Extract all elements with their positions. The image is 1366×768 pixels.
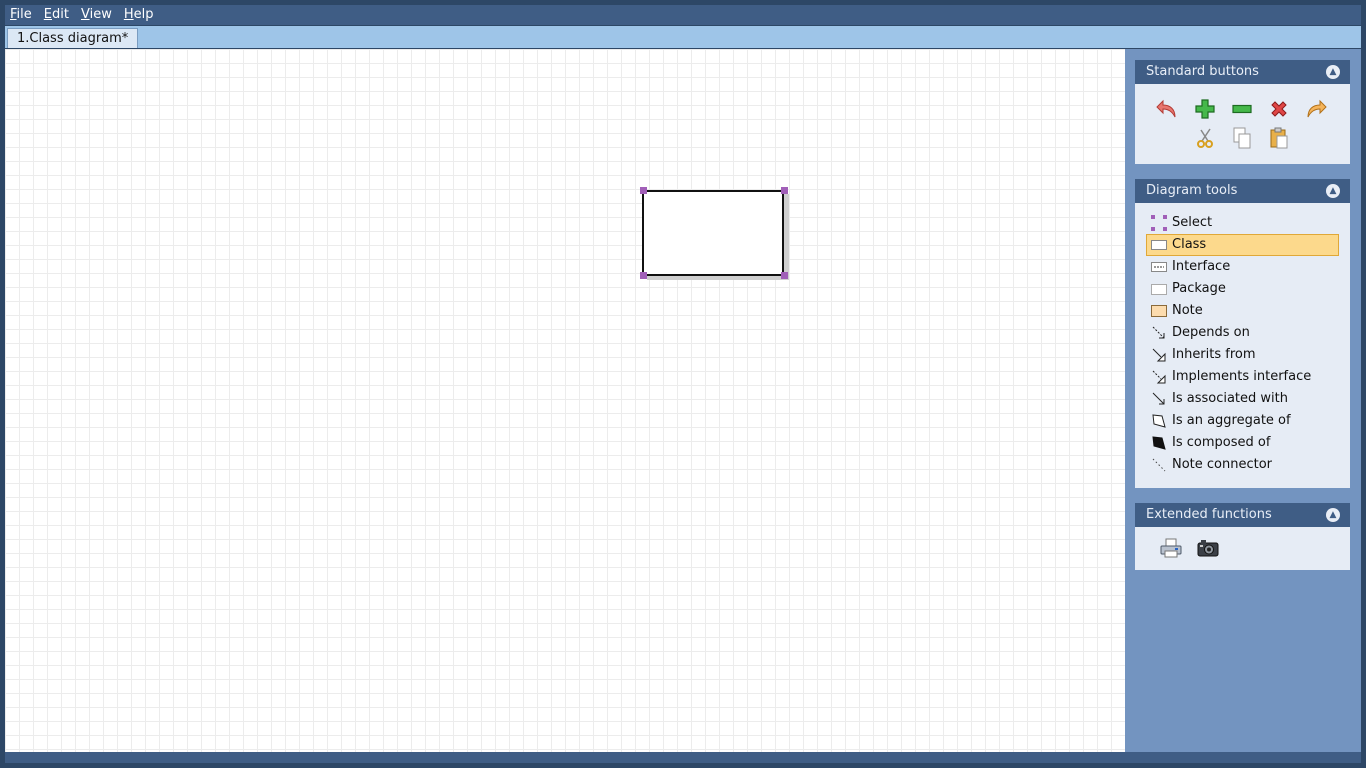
- cut-icon[interactable]: [1193, 126, 1217, 150]
- print-icon[interactable]: [1159, 536, 1183, 560]
- selection-handle-top-left[interactable]: [640, 187, 647, 194]
- tool-is-an-aggregate-of[interactable]: Is an aggregate of: [1146, 410, 1339, 432]
- tool-note[interactable]: Note: [1146, 300, 1339, 322]
- tool-is-associated-with[interactable]: Is associated with: [1146, 388, 1339, 410]
- tab-class-diagram[interactable]: 1.Class diagram*: [7, 28, 139, 48]
- tool-inherits-from[interactable]: Inherits from: [1146, 344, 1339, 366]
- collapse-icon[interactable]: ▲: [1326, 508, 1340, 522]
- diagram-tools-header[interactable]: Diagram tools ▲: [1135, 179, 1350, 203]
- menubar: File Edit View Help: [5, 5, 1361, 25]
- redo-icon[interactable]: [1304, 97, 1328, 121]
- tool-interface[interactable]: Interface: [1146, 256, 1339, 278]
- add-icon[interactable]: [1193, 97, 1217, 121]
- menu-help[interactable]: Help: [118, 5, 160, 25]
- remove-icon[interactable]: [1230, 97, 1254, 121]
- select-icon: [1151, 215, 1167, 231]
- class-icon: [1151, 237, 1167, 253]
- copy-icon[interactable]: [1230, 126, 1254, 150]
- tab-bar: 1.Class diagram*: [5, 26, 1361, 48]
- extended-functions-panel: Extended functions ▲: [1135, 503, 1350, 570]
- note-connector-icon: [1151, 457, 1167, 473]
- extended-functions-header[interactable]: Extended functions ▲: [1135, 503, 1350, 527]
- depends-arrow-icon: [1151, 325, 1167, 341]
- aggregation-diamond-icon: [1151, 413, 1167, 429]
- tool-is-composed-of[interactable]: Is composed of: [1146, 432, 1339, 454]
- status-bar: [5, 752, 1361, 763]
- inherits-arrow-icon: [1151, 347, 1167, 363]
- menu-view[interactable]: View: [75, 5, 118, 25]
- tool-depends-on[interactable]: Depends on: [1146, 322, 1339, 344]
- association-arrow-icon: [1151, 391, 1167, 407]
- menu-file[interactable]: File: [5, 5, 38, 25]
- app-window: File Edit View Help 1.Class diagram* Standa…: [0, 0, 1366, 768]
- composition-diamond-icon: [1151, 435, 1167, 451]
- tool-select[interactable]: Select: [1146, 212, 1339, 234]
- class-element[interactable]: [642, 190, 784, 276]
- collapse-icon[interactable]: ▲: [1326, 184, 1340, 198]
- camera-icon[interactable]: [1196, 536, 1220, 560]
- interface-icon: [1151, 259, 1167, 275]
- standard-buttons-panel: Standard buttons ▲: [1135, 60, 1350, 164]
- panel-title: Standard buttons: [1146, 64, 1259, 79]
- tool-implements-interface[interactable]: Implements interface: [1146, 366, 1339, 388]
- note-icon: [1151, 303, 1167, 319]
- selection-handle-bottom-right[interactable]: [781, 272, 788, 279]
- menu-edit[interactable]: Edit: [38, 5, 75, 25]
- diagram-tools-panel: Diagram tools ▲ Select Class Interface P…: [1135, 179, 1350, 488]
- implements-arrow-icon: [1151, 369, 1167, 385]
- side-panel: Standard buttons ▲ Diagram tools ▲ Selec…: [1125, 49, 1361, 752]
- tool-class[interactable]: Class: [1146, 234, 1339, 256]
- selection-handle-top-right[interactable]: [781, 187, 788, 194]
- undo-icon[interactable]: [1155, 97, 1179, 121]
- panel-title: Diagram tools: [1146, 183, 1238, 198]
- tool-note-connector[interactable]: Note connector: [1146, 454, 1339, 476]
- delete-icon[interactable]: [1267, 97, 1291, 121]
- collapse-icon[interactable]: ▲: [1326, 65, 1340, 79]
- diagram-canvas[interactable]: [5, 49, 1125, 752]
- tool-package[interactable]: Package: [1146, 278, 1339, 300]
- package-icon: [1151, 281, 1167, 297]
- standard-buttons-header[interactable]: Standard buttons ▲: [1135, 60, 1350, 84]
- paste-icon[interactable]: [1267, 126, 1291, 150]
- panel-title: Extended functions: [1146, 507, 1272, 522]
- selection-handle-bottom-left[interactable]: [640, 272, 647, 279]
